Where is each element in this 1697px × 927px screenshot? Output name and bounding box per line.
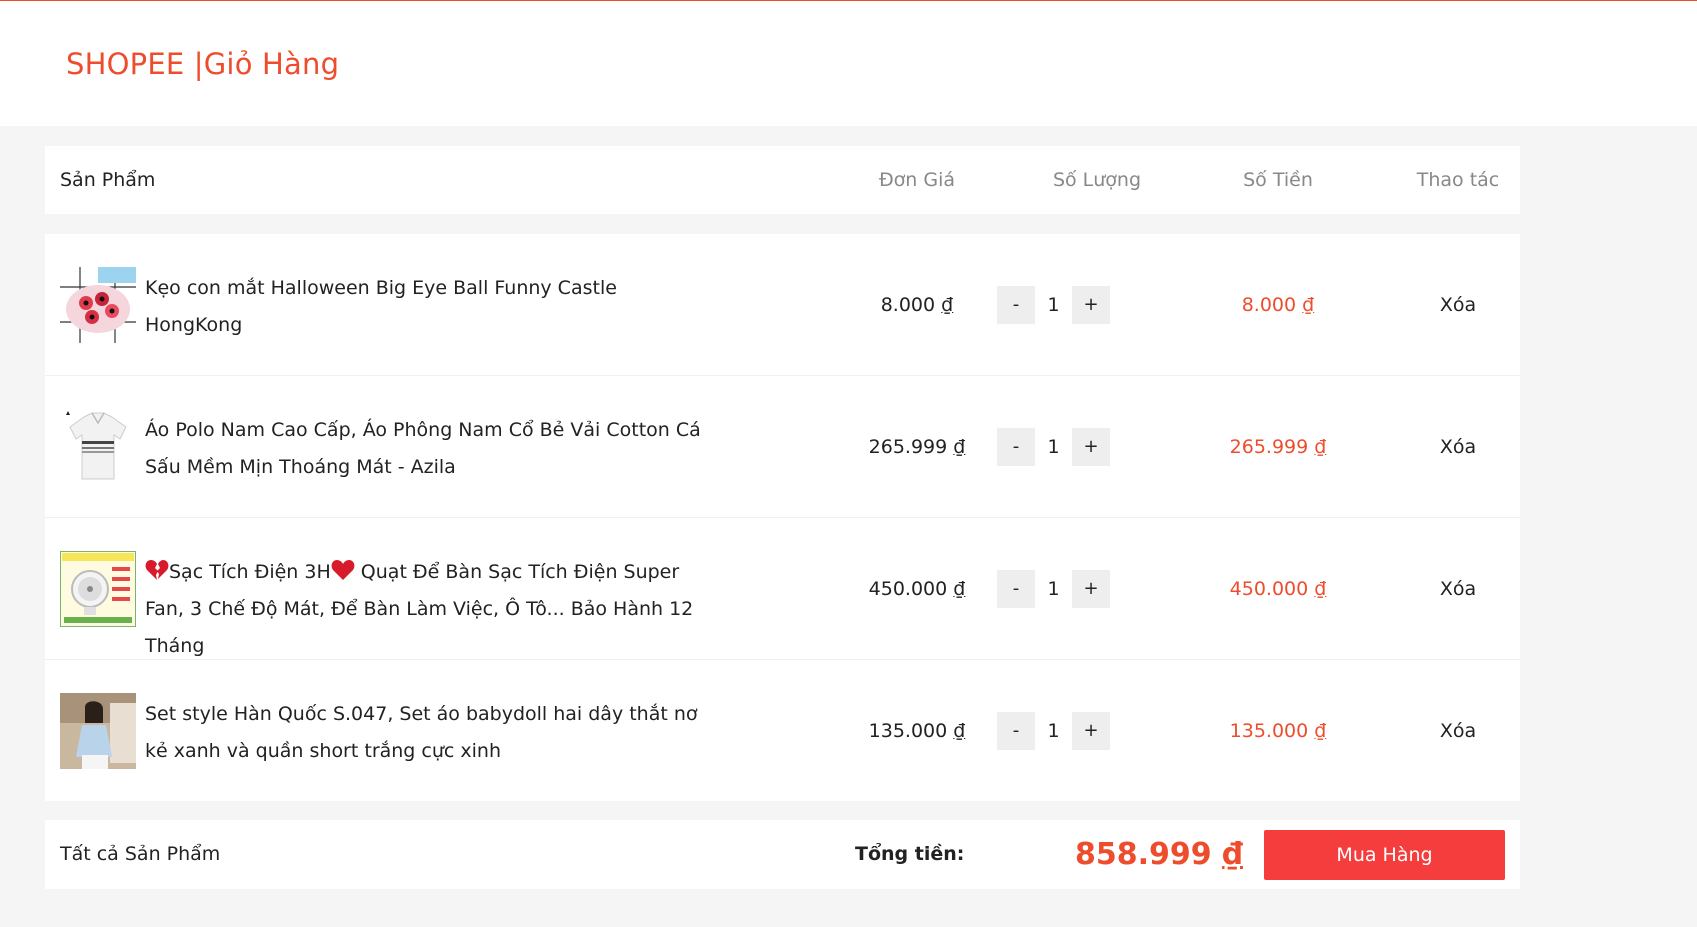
quantity-value[interactable]: 1 — [1035, 712, 1072, 750]
decrease-quantity-button[interactable]: - — [997, 428, 1035, 466]
delete-item-button[interactable]: Xóa — [1336, 234, 1580, 376]
quantity-stepper: - 1 + — [997, 712, 1177, 750]
cart-item-row: Kẹo con mắt Halloween Big Eye Ball Funny… — [45, 234, 1520, 376]
product-name[interactable]: Áo Polo Nam Cao Cấp, Áo Phông Nam Cổ Bẻ … — [145, 412, 715, 486]
page-title[interactable]: SHOPEE |Giỏ Hàng — [66, 47, 339, 81]
product-thumbnail[interactable] — [60, 693, 136, 769]
product-name-part: Sạc Tích Điện 3H — [169, 561, 331, 583]
cart-item-row: Set style Hàn Quốc S.047, Set áo babydol… — [45, 660, 1520, 802]
heart-icon — [331, 560, 355, 580]
product-name[interactable]: Sạc Tích Điện 3H Quạt Để Bàn Sạc Tích Đi… — [145, 554, 715, 665]
total-label: Tổng tiền: — [855, 843, 965, 865]
increase-quantity-button[interactable]: + — [1072, 712, 1110, 750]
checkout-button[interactable]: Mua Hàng — [1264, 830, 1505, 880]
decrease-quantity-button[interactable]: - — [997, 712, 1035, 750]
broken-heart-icon — [145, 560, 169, 580]
delete-item-button[interactable]: Xóa — [1336, 376, 1580, 518]
delete-item-button[interactable]: Xóa — [1336, 660, 1580, 802]
column-action: Thao tác — [1416, 169, 1500, 191]
quantity-stepper: - 1 + — [997, 570, 1177, 608]
top-header: SHOPEE |Giỏ Hàng — [0, 0, 1697, 126]
product-thumbnail[interactable] — [60, 409, 136, 485]
select-all-products[interactable]: Tất cả Sản Phẩm — [60, 820, 220, 889]
increase-quantity-button[interactable]: + — [1072, 286, 1110, 324]
cart-footer: Tất cả Sản Phẩm Tổng tiền: 858.999 ₫ Mua… — [45, 820, 1520, 889]
cart-item-row: Sạc Tích Điện 3H Quạt Để Bàn Sạc Tích Đi… — [45, 518, 1520, 660]
cart-item-list: Kẹo con mắt Halloween Big Eye Ball Funny… — [45, 234, 1520, 801]
delete-item-button[interactable]: Xóa — [1336, 518, 1580, 660]
increase-quantity-button[interactable]: + — [1072, 570, 1110, 608]
product-name[interactable]: Set style Hàn Quốc S.047, Set áo babydol… — [145, 696, 715, 770]
total-amount: 858.999 ₫ — [1075, 837, 1243, 872]
quantity-stepper: - 1 + — [997, 286, 1177, 324]
increase-quantity-button[interactable]: + — [1072, 428, 1110, 466]
column-product: Sản Phẩm — [60, 169, 156, 191]
cart-item-row: Áo Polo Nam Cao Cấp, Áo Phông Nam Cổ Bẻ … — [45, 376, 1520, 518]
quantity-value[interactable]: 1 — [1035, 286, 1072, 324]
quantity-value[interactable]: 1 — [1035, 428, 1072, 466]
quantity-value[interactable]: 1 — [1035, 570, 1072, 608]
cart-table-header: Sản Phẩm Đơn Giá Số Lượng Số Tiền Thao t… — [45, 146, 1520, 214]
product-name[interactable]: Kẹo con mắt Halloween Big Eye Ball Funny… — [145, 270, 715, 344]
decrease-quantity-button[interactable]: - — [997, 286, 1035, 324]
quantity-stepper: - 1 + — [997, 428, 1177, 466]
product-thumbnail[interactable] — [60, 551, 136, 627]
product-thumbnail[interactable] — [60, 267, 136, 343]
decrease-quantity-button[interactable]: - — [997, 570, 1035, 608]
